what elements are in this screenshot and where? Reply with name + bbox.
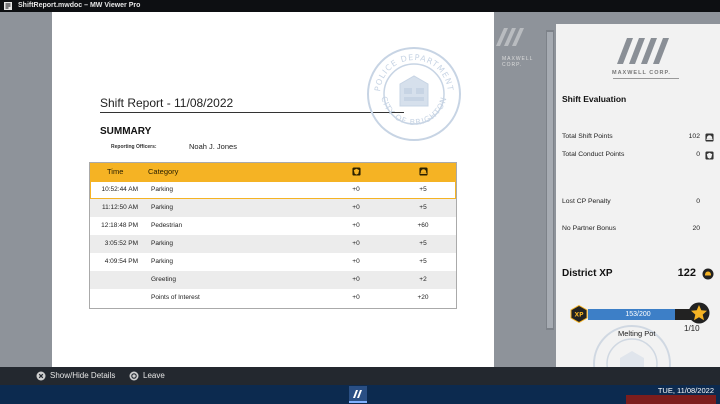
category-cell: Points of Interest [151,294,200,301]
category-header: Category [148,167,179,176]
table-row[interactable]: 11:12:50 AM Parking +0 +5 [90,199,456,217]
time-cell: 11:12:50 AM [101,204,138,211]
taskbar: TUE, 11/08/2022 [0,385,720,404]
xp-progress-text: 153/200 [625,311,651,318]
district-xp-label: District XP [562,268,613,279]
helmet-icon [705,133,714,142]
xp-badge-text: XP [574,312,584,319]
stat-label: Lost CP Penalty [562,198,611,205]
table-row[interactable]: Points of Interest +0 +20 [90,289,456,307]
category-cell: Parking [151,204,174,211]
helmet-icon [702,268,714,280]
report-title: Shift Report - 11/08/2022 [100,96,234,110]
time-header: Time [107,167,124,176]
time-cell: 4:09:54 PM [104,258,138,265]
taskbar-date: TUE, 11/08/2022 [657,386,714,395]
table-row[interactable]: 3:05:52 PM Parking +0 +5 [90,235,456,253]
title-bar: ShiftReport.mwdoc – MW Viewer Pro [0,0,720,12]
officers-label: Reporting Officers: [111,144,157,150]
logo-icon [496,28,524,46]
scrollbar-thumb[interactable] [547,32,553,328]
logo-underline [613,78,679,79]
document-scrollbar[interactable] [546,30,554,330]
xp-cell: +20 [417,294,429,301]
app-icon [4,2,12,10]
stat-label: No Partner Bonus [562,225,617,232]
cp-cell: +0 [352,204,360,211]
table-row[interactable]: 12:18:48 PM Pedestrian +0 +60 [90,217,456,235]
stat-value: 0 [696,198,700,205]
stat-label: Total Shift Points [562,133,613,140]
xp-badge-icon: XP [570,305,588,323]
maxwell-logo-icon [617,38,669,64]
shift-table: Time Category 10:52:44 AM Parking +0 +5 11:1… [89,162,457,309]
cp-cell: +0 [352,240,360,247]
stat-label: Total Conduct Points [562,151,625,158]
helmet-icon [419,167,428,176]
time-cell: 12:18:48 PM [101,222,138,229]
report-page: Shift Report - 11/08/2022 POLICE DEPARTM… [52,12,494,367]
district-xp-value: 122 [677,267,696,279]
cp-cell: +0 [352,186,360,193]
warning-strip [626,395,716,404]
title-rule [100,112,404,113]
category-cell: Greeting [151,276,176,283]
stat-value: 102 [688,133,700,140]
cp-cell: +0 [352,294,360,301]
ghost-logo-text: MAXWELL CORP. [502,56,534,68]
leave-hint[interactable]: Leave [143,367,165,385]
level-name: Melting Pot [618,329,656,338]
table-row[interactable]: Greeting +0 +2 [90,271,456,289]
level-fraction: 1/10 [684,324,700,333]
time-cell: 10:52:44 AM [101,186,139,193]
star-icon [688,302,710,324]
category-cell: Parking [151,258,174,265]
police-seal-icon: POLICE DEPARTMENT CITY OF BRIGHTON [367,47,461,141]
window-title: ShiftReport.mwdoc – MW Viewer Pro [18,2,141,9]
cp-cell: +0 [352,276,360,283]
category-cell: Parking [151,186,174,193]
circle-button-icon[interactable] [129,371,139,381]
stat-no-partner-bonus: No Partner Bonus 20 [562,223,714,235]
xp-cell: +5 [419,258,427,265]
xp-cell: +5 [419,204,427,211]
cp-cell: +0 [352,222,360,229]
background-page: MAXWELL CORP. [494,12,546,367]
category-cell: Parking [151,240,174,247]
badge-icon [352,167,361,176]
workspace: Shift Report - 11/08/2022 POLICE DEPARTM… [0,12,720,379]
time-cell: 3:05:52 PM [104,240,138,247]
xp-cell: +60 [417,222,429,229]
taskbar-app-button[interactable] [349,386,367,403]
xp-cell: +5 [419,186,427,193]
badge-icon [705,151,714,160]
show-hide-details-hint[interactable]: Show/Hide Details [50,367,115,385]
x-button-icon[interactable] [36,371,46,381]
stat-value: 20 [692,225,700,232]
table-row[interactable]: 10:52:44 AM Parking +0 +5 [90,181,456,199]
logo-text: MAXWELL CORP. [612,70,671,76]
stat-value: 0 [696,151,700,158]
category-cell: Pedestrian [151,222,183,229]
cp-cell: +0 [352,258,360,265]
xp-cell: +5 [419,240,427,247]
app-icon [353,390,362,398]
stat-total-shift-points: Total Shift Points 102 [562,131,714,143]
table-header: Time Category [90,163,456,181]
shift-evaluation-title: Shift Evaluation [562,94,627,104]
xp-progress-bar: 153/200 [588,309,702,320]
xp-cell: +2 [419,276,427,283]
summary-heading: SUMMARY [100,126,152,137]
stat-lost-cp-penalty: Lost CP Penalty 0 [562,196,714,208]
evaluation-panel: MAXWELL CORP. Shift Evaluation Total Shi… [556,24,720,379]
table-row[interactable]: 4:09:54 PM Parking +0 +5 [90,253,456,271]
stat-total-conduct-points: Total Conduct Points 0 [562,149,714,161]
officers-value: Noah J. Jones [189,142,237,151]
hint-bar: Show/Hide Details Leave [0,367,720,385]
